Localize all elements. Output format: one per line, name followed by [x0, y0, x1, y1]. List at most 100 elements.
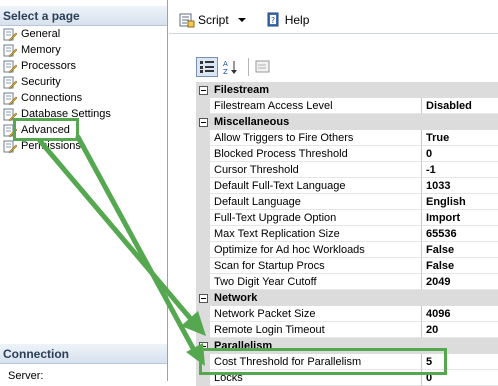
property-row[interactable]: Max Text Replication Size 65536	[196, 226, 498, 242]
select-page-pane: Select a page General Memory Processors Sec…	[0, 0, 168, 382]
page-item-advanced[interactable]: Advanced	[3, 122, 111, 138]
alphabetical-button[interactable]: A Z	[220, 57, 240, 77]
script-button[interactable]: Script	[179, 12, 252, 28]
property-name: Full-Text Upgrade Option	[210, 210, 422, 226]
property-row[interactable]: Blocked Process Threshold 0	[196, 146, 498, 162]
property-row[interactable]: Allow Triggers to Fire Others True	[196, 130, 498, 146]
svg-text:A: A	[223, 60, 228, 68]
row-gutter	[196, 178, 210, 194]
help-label: Help	[284, 12, 310, 27]
help-button[interactable]: ? Help	[266, 12, 310, 28]
minus-icon	[198, 293, 208, 303]
script-icon	[179, 13, 195, 27]
toolbar-divider	[248, 58, 249, 76]
property-row[interactable]: Default Language English	[196, 194, 498, 210]
property-row[interactable]: Remote Login Timeout 20	[196, 322, 498, 338]
category-label: Miscellaneous	[214, 116, 290, 128]
property-name: Scan for Startup Procs	[210, 258, 422, 274]
property-value[interactable]: False	[422, 242, 498, 258]
property-row[interactable]: Two Digit Year Cutoff 2049	[196, 274, 498, 290]
property-pages-icon	[255, 60, 270, 73]
row-gutter	[196, 258, 210, 274]
property-value[interactable]: 4096	[422, 306, 498, 322]
page-item-database-settings[interactable]: Database Settings	[3, 106, 111, 122]
minus-icon	[198, 85, 208, 95]
property-row[interactable]: Network Packet Size 4096	[196, 306, 498, 322]
property-name: Two Digit Year Cutoff	[210, 274, 422, 290]
page-item-label: Security	[21, 76, 61, 88]
property-row[interactable]: Optimize for Ad hoc Workloads False	[196, 242, 498, 258]
page-list: General Memory Processors Security Connectio…	[3, 26, 111, 154]
category-label: Parallelism	[214, 340, 273, 352]
row-gutter	[196, 322, 210, 338]
page-icon	[3, 124, 17, 137]
property-row[interactable]: Filestream Access Level Disabled	[196, 98, 498, 114]
property-value[interactable]: English	[422, 194, 498, 210]
property-value[interactable]: 5	[422, 354, 498, 370]
property-name: Cost Threshold for Parallelism	[210, 354, 422, 370]
row-gutter	[196, 210, 210, 226]
property-value[interactable]: 20	[422, 322, 498, 338]
category-row[interactable]: Miscellaneous	[196, 114, 498, 130]
server-label: Server:	[8, 370, 44, 382]
page-item-label: Processors	[21, 60, 77, 72]
property-value[interactable]: 0	[422, 370, 498, 386]
category-row[interactable]: Filestream	[196, 82, 498, 98]
page-item-memory[interactable]: Memory	[3, 42, 111, 58]
page-icon	[3, 44, 17, 57]
property-value[interactable]: -1	[422, 162, 498, 178]
row-gutter	[196, 226, 210, 242]
category-row[interactable]: Parallelism	[196, 338, 498, 354]
category-row[interactable]: Network	[196, 290, 498, 306]
property-name: Filestream Access Level	[210, 98, 422, 114]
property-row[interactable]: Default Full-Text Language 1033	[196, 178, 498, 194]
page-icon	[3, 140, 17, 153]
collapse-toggle[interactable]	[196, 82, 210, 98]
page-item-security[interactable]: Security	[3, 74, 111, 90]
page-icon	[3, 60, 17, 73]
property-grid: Filestream Filestream Access Level Disable…	[196, 82, 498, 386]
row-gutter	[196, 130, 210, 146]
property-row[interactable]: Cursor Threshold -1	[196, 162, 498, 178]
property-name: Optimize for Ad hoc Workloads	[210, 242, 422, 258]
property-row[interactable]: Cost Threshold for Parallelism 5	[196, 354, 498, 370]
page-item-label: Connections	[21, 92, 83, 104]
property-value[interactable]: 65536	[422, 226, 498, 242]
property-value[interactable]: 1033	[422, 178, 498, 194]
collapse-toggle[interactable]	[196, 290, 210, 306]
collapse-toggle[interactable]	[196, 114, 210, 130]
help-icon: ?	[267, 12, 279, 26]
minus-icon	[198, 117, 208, 127]
property-value[interactable]: False	[422, 258, 498, 274]
page-item-processors[interactable]: Processors	[3, 58, 111, 74]
toolbar: Script ? Help	[169, 6, 498, 34]
property-row[interactable]: Full-Text Upgrade Option Import	[196, 210, 498, 226]
categorized-button[interactable]	[196, 57, 218, 77]
row-gutter	[196, 98, 210, 114]
page-item-label: Database Settings	[21, 108, 111, 120]
script-label: Script	[198, 12, 229, 27]
page-item-general[interactable]: General	[3, 26, 111, 42]
page-item-label: Memory	[21, 44, 61, 56]
chevron-down-icon[interactable]	[235, 15, 249, 25]
property-pages-button[interactable]	[253, 57, 273, 77]
property-name: Allow Triggers to Fire Others	[210, 130, 422, 146]
property-row[interactable]: Scan for Startup Procs False	[196, 258, 498, 274]
property-value[interactable]: 2049	[422, 274, 498, 290]
select-page-header: Select a page	[0, 6, 167, 26]
property-name: Default Full-Text Language	[210, 178, 422, 194]
category-label: Network	[214, 292, 258, 304]
property-value[interactable]: Import	[422, 210, 498, 226]
sort-az-icon: A Z	[223, 60, 237, 75]
property-value[interactable]: 0	[422, 146, 498, 162]
property-value[interactable]: Disabled	[422, 98, 498, 114]
property-name: Default Language	[210, 194, 422, 210]
properties-pane: Script ? Help A Z Filestream Filestream …	[169, 0, 498, 386]
property-row[interactable]: Locks 0	[196, 370, 498, 386]
collapse-toggle[interactable]	[196, 338, 210, 354]
page-item-label: Advanced	[21, 124, 70, 136]
page-item-label: Permissions	[21, 140, 81, 152]
page-item-connections[interactable]: Connections	[3, 90, 111, 106]
property-value[interactable]: True	[422, 130, 498, 146]
page-item-permissions[interactable]: Permissions	[3, 138, 111, 154]
